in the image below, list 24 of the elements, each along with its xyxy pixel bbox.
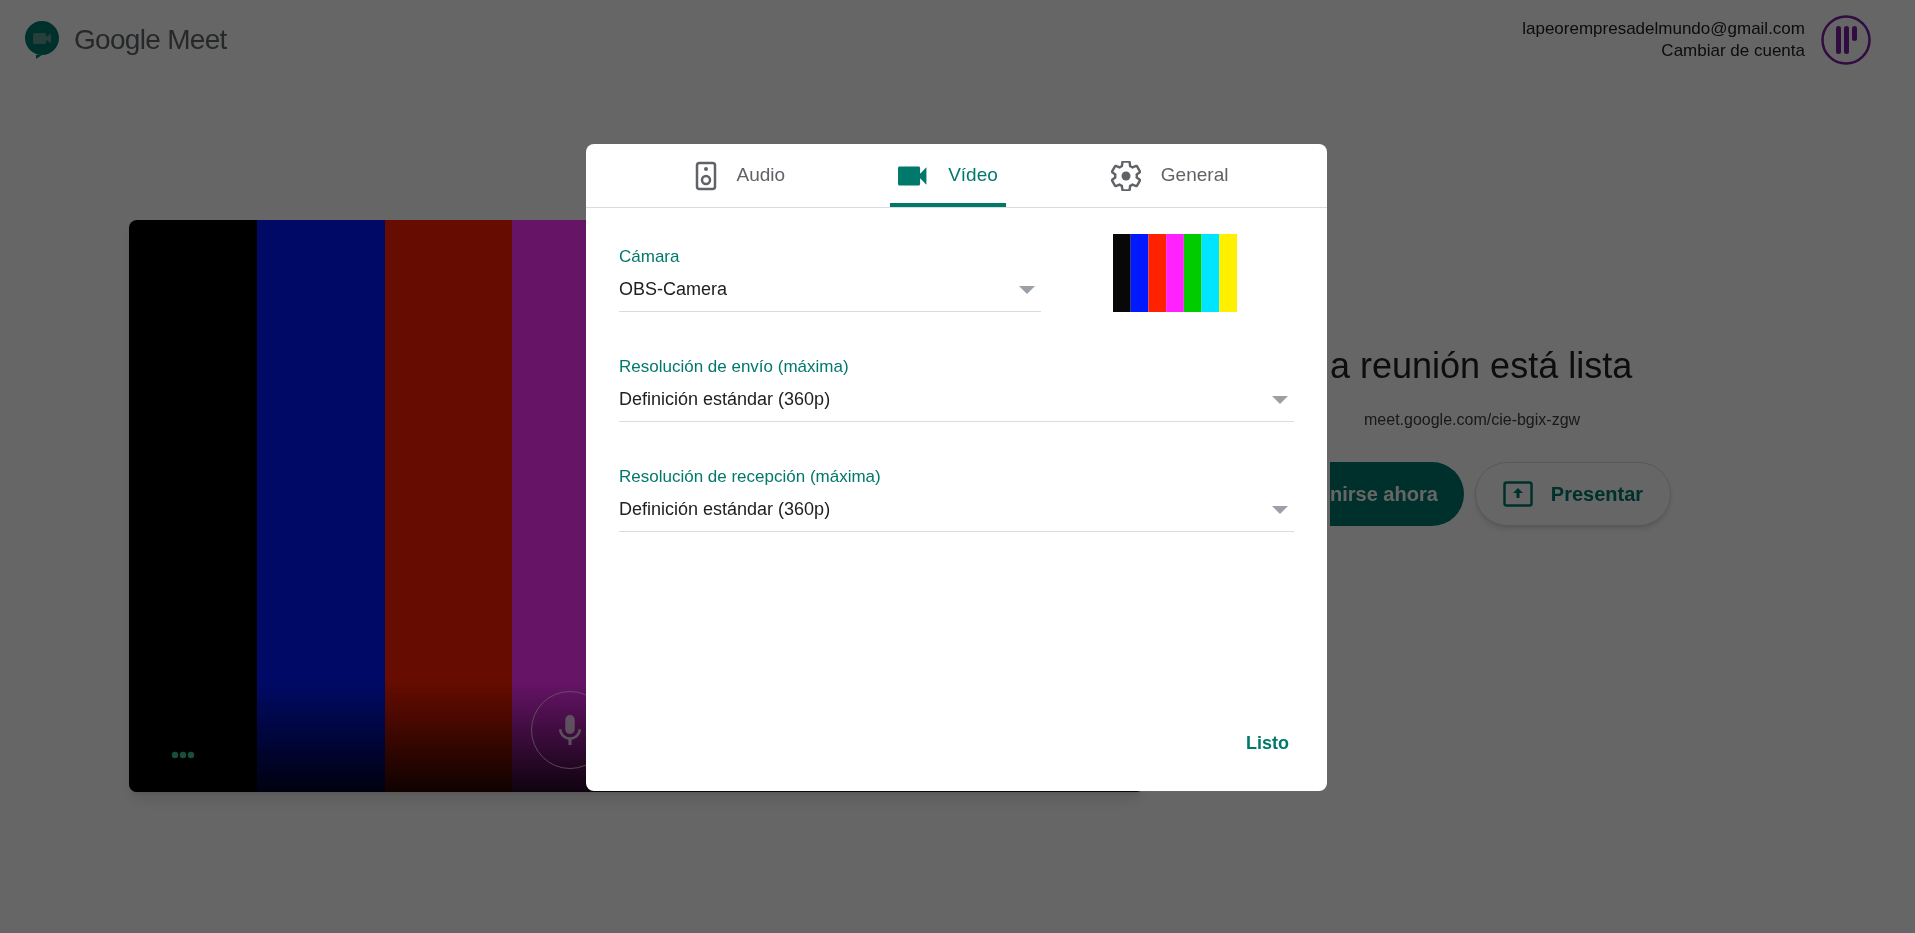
account-email: lapeorempresadelmundo@gmail.com: [1522, 18, 1805, 40]
field-label: Resolución de recepción (máxima): [619, 466, 882, 488]
dropdown-select[interactable]: Definición estándar (360p): [619, 378, 1294, 422]
product-name: Google Meet: [74, 23, 227, 57]
account-avatar[interactable]: [1821, 15, 1871, 65]
dropdown-select[interactable]: Definición estándar (360p): [619, 488, 1294, 532]
dropdown-arrow-icon: [1272, 505, 1288, 514]
microphone-icon: [559, 715, 581, 745]
meet-logo-icon: [24, 20, 60, 60]
settings-tab[interactable]: General: [1102, 144, 1237, 207]
dropdown-arrow-icon: [1019, 285, 1035, 294]
more-options-icon[interactable]: [171, 751, 195, 759]
done-button[interactable]: Listo: [1232, 722, 1303, 765]
field-label: Resolución de envío (máxima): [619, 356, 850, 378]
switch-account-link[interactable]: Cambiar de cuenta: [1661, 40, 1805, 62]
field-label: Cámara: [619, 246, 681, 268]
present-screen-icon: [1502, 481, 1533, 507]
dropdown-select[interactable]: OBS-Camera: [619, 268, 1041, 312]
settings-icon: [1110, 160, 1141, 191]
meeting-ready-heading: a reunión está lista: [1330, 344, 1634, 388]
dropdown-arrow-icon: [1272, 395, 1288, 404]
speaker-icon: [694, 160, 717, 191]
settings-tab[interactable]: Audio: [686, 144, 794, 207]
settings-tab[interactable]: Vídeo: [890, 144, 1006, 207]
